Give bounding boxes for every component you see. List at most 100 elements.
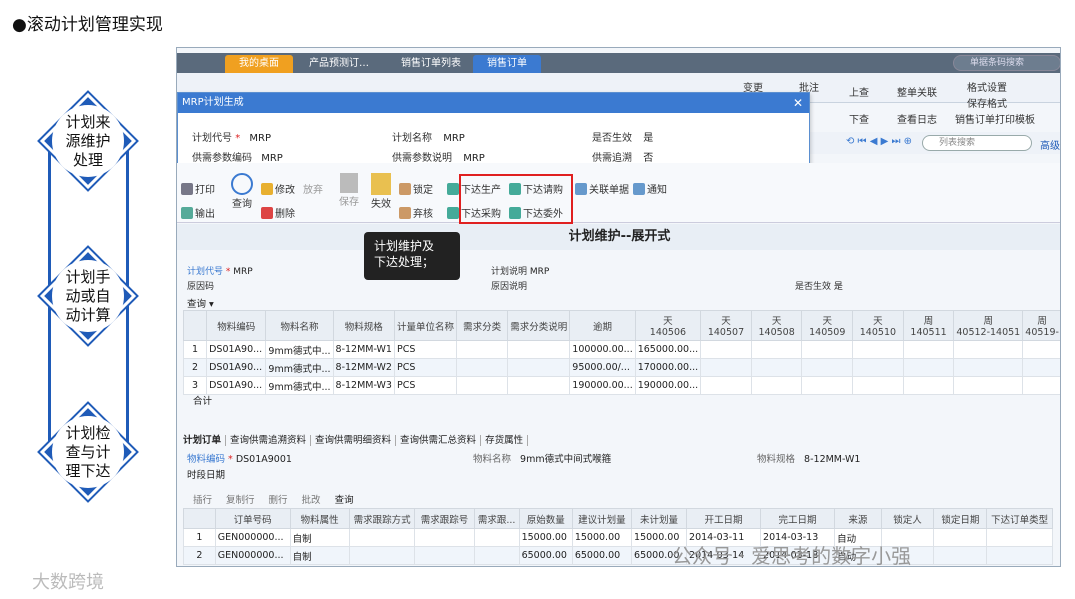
table-cell[interactable] — [933, 546, 988, 565]
grid-header-cell[interactable] — [183, 508, 216, 529]
grid-header-cell[interactable]: 需求跟... — [473, 508, 520, 529]
table-cell[interactable]: PCS — [393, 358, 457, 377]
modify-button[interactable]: 修改 — [261, 181, 295, 196]
table-cell[interactable] — [1022, 340, 1060, 359]
table-cell[interactable]: 自制 — [289, 528, 350, 547]
table-cell[interactable] — [700, 358, 752, 377]
table-cell[interactable]: 65000.00 — [571, 546, 633, 565]
table-cell[interactable] — [414, 528, 475, 547]
grid-header-cell[interactable]: 物料规格 — [332, 310, 395, 341]
table-cell[interactable] — [473, 528, 520, 547]
tab-home[interactable]: 我的桌面 — [225, 55, 293, 73]
table-cell[interactable]: 8-12MM-W3 — [332, 376, 395, 395]
invalid-button[interactable]: 失效 — [371, 173, 391, 210]
table-cell[interactable]: DS01A90... — [206, 340, 267, 359]
bottom-toolbar-button[interactable]: 复制行 — [226, 495, 255, 506]
close-icon[interactable]: ✕ — [793, 96, 803, 110]
ribbon-up-query[interactable]: 上查 — [849, 84, 869, 99]
table-cell[interactable] — [507, 340, 571, 359]
nav-arrows-icon[interactable]: ⟲ ⏮ ◀ ▶ ⏭ ⊕ — [846, 136, 912, 147]
table-cell[interactable] — [750, 340, 803, 359]
grid-header-cell[interactable]: 需求分类说明 — [507, 310, 571, 341]
table-cell[interactable] — [750, 376, 803, 395]
table-cell[interactable]: DS01A90... — [206, 358, 267, 377]
notify-button[interactable]: 通知 — [633, 181, 667, 196]
bottom-toolbar-button[interactable]: 查询 — [335, 495, 354, 506]
table-cell[interactable] — [801, 376, 854, 395]
grid-header-cell[interactable]: 开工日期 — [686, 508, 762, 529]
bottom-toolbar-button[interactable]: 插行 — [193, 495, 212, 506]
plan-code-field[interactable]: 计划代号 * MRP — [192, 129, 271, 144]
table-cell[interactable]: PCS — [393, 376, 457, 395]
table-cell[interactable] — [986, 546, 1053, 565]
table-cell[interactable]: 190000.00... — [569, 376, 636, 395]
table-cell[interactable] — [986, 528, 1053, 547]
abandon-button[interactable]: 放弃 — [303, 181, 323, 196]
table-cell[interactable]: 9mm德式中... — [265, 340, 334, 359]
table-cell[interactable]: 65000.00 — [518, 546, 573, 565]
table-cell[interactable] — [473, 546, 520, 565]
table-cell[interactable]: 8-12MM-W2 — [332, 358, 395, 377]
advanced-search-link[interactable]: 高级 — [1040, 137, 1060, 152]
grid-header-cell[interactable]: 天 140507 — [700, 310, 752, 341]
table-cell[interactable]: 9mm德式中... — [265, 376, 334, 395]
table-cell[interactable]: 自制 — [289, 546, 350, 565]
table-row[interactable]: 1 DS01A90... 9mm德式中... 8-12MM-W1 PCS 100000.0… — [182, 340, 1060, 359]
delete-button[interactable]: 删除 — [261, 205, 295, 220]
table-cell[interactable]: 3 — [182, 376, 208, 395]
panel-query-dropdown[interactable]: 查询 ▾ — [187, 296, 214, 310]
grid-header-cell[interactable]: 物料名称 — [265, 310, 334, 341]
table-cell[interactable] — [700, 340, 752, 359]
table-cell[interactable]: 2 — [183, 546, 216, 565]
ribbon-link-doc[interactable]: 整单关联 — [897, 84, 937, 99]
grid-header-cell[interactable]: 锁定人 — [880, 508, 935, 529]
table-cell[interactable] — [852, 376, 904, 395]
tab-forecast[interactable]: 产品预测订… — [295, 55, 383, 73]
bottom-tab[interactable]: 查询供需明细资料 — [315, 435, 397, 446]
ribbon-format-settings[interactable]: 格式设置 — [967, 79, 1007, 94]
supply-param-desc-field[interactable]: 供需参数说明 MRP — [392, 149, 485, 164]
table-cell[interactable]: 95000.00/... — [569, 358, 636, 377]
table-cell[interactable] — [507, 358, 571, 377]
discard-button[interactable]: 弃核 — [399, 205, 433, 220]
grid-header-cell[interactable]: 计量单位名称 — [393, 310, 457, 341]
effective-field[interactable]: 是否生效 是 — [592, 129, 653, 144]
table-cell[interactable] — [933, 528, 988, 547]
grid-header-cell[interactable]: 天 140509 — [801, 310, 854, 341]
grid-header-cell[interactable]: 锁定日期 — [933, 508, 988, 529]
table-cell[interactable]: 190000.00... — [634, 376, 702, 395]
grid-header-cell[interactable]: 建议计划量 — [571, 508, 633, 529]
table-cell[interactable]: GEN000000... — [214, 546, 291, 565]
grid-header-cell[interactable]: 逾期 — [569, 310, 636, 341]
save-button[interactable]: 保存 — [339, 173, 359, 208]
tab-sales-order[interactable]: 销售订单 — [473, 55, 541, 73]
trace-field[interactable]: 供需追溯 否 — [592, 149, 653, 164]
table-cell[interactable] — [1022, 358, 1060, 377]
table-cell[interactable] — [507, 376, 571, 395]
table-cell[interactable]: 170000.00... — [634, 358, 702, 377]
related-docs-button[interactable]: 关联单据 — [575, 181, 629, 196]
plan-name-field[interactable]: 计划名称 MRP — [392, 129, 465, 144]
list-search-input[interactable]: 列表搜索 — [922, 135, 1032, 151]
grid-header-cell[interactable]: 天 140508 — [750, 310, 803, 341]
table-cell[interactable] — [902, 358, 955, 377]
table-cell[interactable] — [852, 340, 904, 359]
grid-header-cell[interactable]: 订单号码 — [214, 508, 291, 529]
table-cell[interactable]: GEN000000... — [214, 528, 291, 547]
grid-header-cell[interactable]: 下达订单类型 — [986, 508, 1053, 529]
grid-header-cell[interactable]: 天 140510 — [852, 310, 904, 341]
table-cell[interactable]: DS01A90... — [206, 376, 267, 395]
table-cell[interactable]: 100000.00... — [569, 340, 636, 359]
table-cell[interactable]: 9mm德式中... — [265, 358, 334, 377]
table-cell[interactable]: 15000.00 — [518, 528, 573, 547]
grid-header-cell[interactable]: 未计划量 — [631, 508, 688, 529]
table-cell[interactable] — [801, 358, 854, 377]
bottom-toolbar-button[interactable]: 批改 — [302, 495, 321, 506]
output-button[interactable]: 输出 — [181, 205, 215, 220]
ribbon-save-format[interactable]: 保存格式 — [967, 95, 1007, 110]
table-cell[interactable]: 15000.00 — [571, 528, 633, 547]
table-cell[interactable]: 165000.00... — [634, 340, 702, 359]
table-cell[interactable] — [348, 546, 416, 565]
grid-header-cell[interactable]: 物料编码 — [206, 310, 267, 341]
table-cell[interactable] — [953, 376, 1024, 395]
